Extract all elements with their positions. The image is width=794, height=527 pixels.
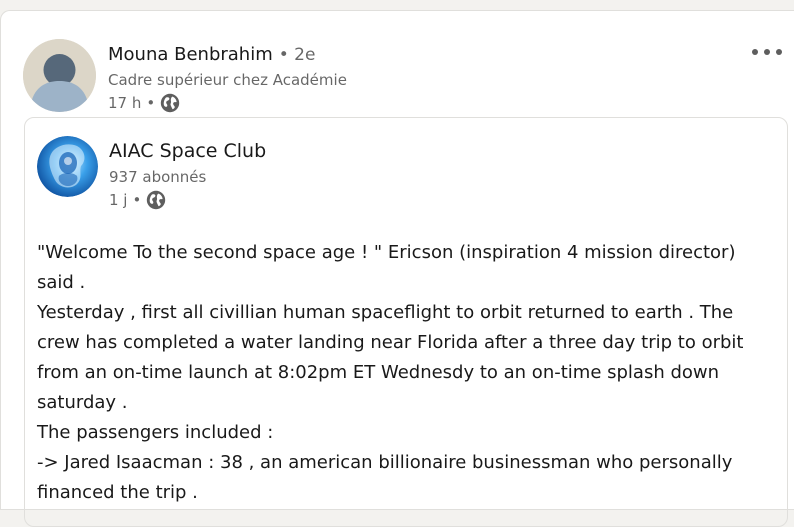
- space-club-logo: [37, 136, 98, 197]
- meta-separator: •: [146, 94, 156, 112]
- post-text-line: saturday .: [37, 392, 128, 413]
- author-avatar[interactable]: [23, 39, 96, 112]
- globe-icon: [147, 190, 166, 210]
- connection-degree: • 2e: [278, 45, 316, 65]
- company-name[interactable]: AIAC Space Club: [109, 140, 266, 162]
- shared-post[interactable]: AIAC Space Club 937 abonnés 1 j • "Welco…: [24, 117, 788, 527]
- post-meta: 17 h •: [108, 93, 180, 113]
- globe-icon: [161, 93, 180, 113]
- meta-separator: •: [132, 191, 142, 209]
- post-text-line: from an on-time launch at 8:02pm ET Wedn…: [37, 362, 720, 383]
- author-headline: Cadre supérieur chez Académie: [108, 71, 347, 89]
- feed-post-card: Mouna Benbrahim • 2e Cadre supérieur che…: [0, 10, 794, 527]
- more-options-icon: [752, 49, 782, 55]
- post-text-line: Yesterday , first all civillian human sp…: [37, 302, 734, 323]
- post-time: 17 h: [108, 94, 142, 112]
- author-name[interactable]: Mouna Benbrahim: [108, 44, 273, 65]
- author-name-row: Mouna Benbrahim • 2e: [108, 44, 315, 65]
- more-options-button[interactable]: [747, 39, 787, 65]
- default-avatar-icon: [23, 39, 96, 112]
- post-text-line: said .: [37, 272, 86, 293]
- company-followers: 937 abonnés: [109, 168, 207, 186]
- company-logo[interactable]: [37, 136, 98, 197]
- post-text-line: financed the trip .: [37, 482, 198, 503]
- post-text-line: The passengers included :: [37, 422, 274, 443]
- post-text: "Welcome To the second space age ! " Eri…: [37, 238, 777, 508]
- post-text-line: "Welcome To the second space age ! " Eri…: [37, 242, 736, 263]
- shared-post-time: 1 j: [109, 191, 128, 209]
- post-text-line: -> Jared Isaacman : 38 , an american bil…: [37, 452, 733, 473]
- shared-post-meta: 1 j •: [109, 190, 166, 210]
- post-text-line: crew has completed a water landing near …: [37, 332, 744, 353]
